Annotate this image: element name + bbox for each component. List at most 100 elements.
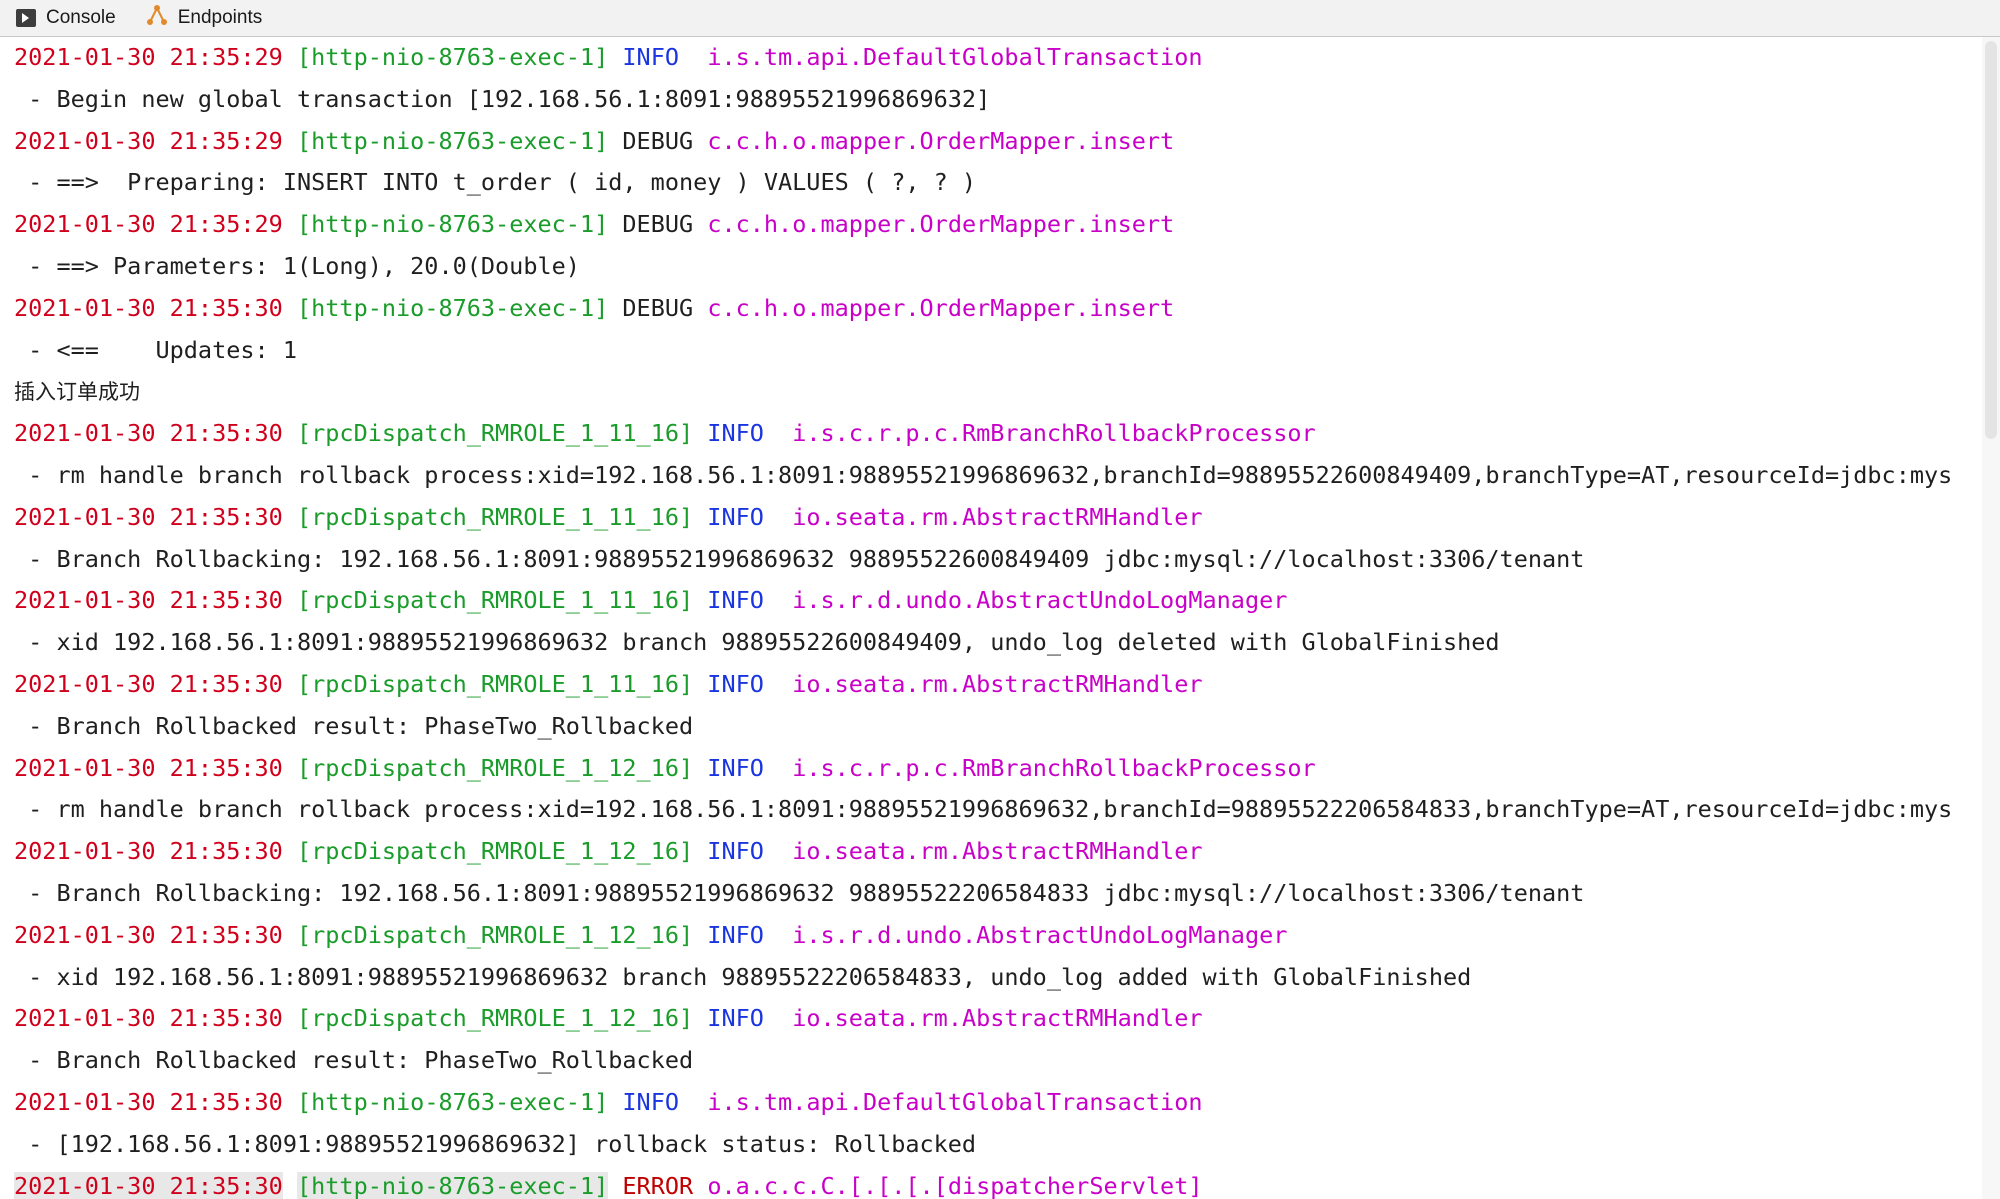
log-logger-name: io.seata.rm.AbstractRMHandler — [792, 837, 1203, 866]
log-header-line: 2021-01-30 21:35:30 [rpcDispatch_RMROLE_… — [0, 998, 1982, 1040]
log-header-line: 2021-01-30 21:35:30 [rpcDispatch_RMROLE_… — [0, 580, 1982, 622]
log-message: - rm handle branch rollback process:xid=… — [14, 460, 1953, 489]
log-thread: [rpcDispatch_RMROLE_1_11_16] — [296, 502, 694, 531]
log-logger-name: io.seata.rm.AbstractRMHandler — [792, 669, 1203, 698]
log-level: INFO — [707, 586, 779, 615]
log-header-line: 2021-01-30 21:35:30 [http-nio-8763-exec-… — [0, 1082, 1982, 1124]
log-message: - Branch Rollbacked result: PhaseTwo_Rol… — [14, 1046, 694, 1075]
log-timestamp: 2021-01-30 21:35:30 — [14, 586, 283, 615]
log-logger-name: o.a.c.c.C.[.[.[.[dispatcherServlet] — [707, 1171, 1203, 1199]
log-header-line: 2021-01-30 21:35:30 [rpcDispatch_RMROLE_… — [0, 664, 1982, 706]
log-message-line: 插入订单成功 — [0, 371, 1982, 413]
log-header-line: 2021-01-30 21:35:30 [rpcDispatch_RMROLE_… — [0, 497, 1982, 539]
log-timestamp: 2021-01-30 21:35:30 — [14, 1004, 283, 1033]
tab-console-label: Console — [46, 7, 116, 28]
log-header-line: 2021-01-30 21:35:30 [rpcDispatch_RMROLE_… — [0, 915, 1982, 957]
log-message: - Begin new global transaction [192.168.… — [14, 84, 991, 113]
log-logger-name: i.s.r.d.undo.AbstractUndoLogManager — [792, 586, 1288, 615]
tool-window-tabbar: Console Endpoints — [0, 0, 2000, 37]
log-level: INFO — [707, 837, 779, 866]
log-message: - <== Updates: 1 — [14, 335, 297, 364]
log-message-line: - xid 192.168.56.1:8091:9889552199686963… — [0, 957, 1982, 999]
log-timestamp: 2021-01-30 21:35:30 — [14, 1087, 283, 1116]
log-message: 插入订单成功 — [14, 380, 140, 405]
vertical-scrollbar[interactable] — [1982, 37, 2000, 1199]
log-message-line: - ==> Preparing: INSERT INTO t_order ( i… — [0, 162, 1982, 204]
log-message-line: - Branch Rollbacking: 192.168.56.1:8091:… — [0, 539, 1982, 581]
scrollbar-thumb[interactable] — [1985, 41, 1997, 439]
endpoints-icon — [146, 4, 168, 32]
log-logger-name: c.c.h.o.mapper.OrderMapper.insert — [707, 210, 1175, 239]
log-message-line: - Branch Rollbacked result: PhaseTwo_Rol… — [0, 706, 1982, 748]
log-message: - ==> Preparing: INSERT INTO t_order ( i… — [14, 168, 977, 197]
log-message: - Branch Rollbacking: 192.168.56.1:8091:… — [14, 878, 1585, 907]
log-level: INFO — [707, 753, 779, 782]
log-thread: [http-nio-8763-exec-1] — [296, 43, 609, 71]
log-message-line: - xid 192.168.56.1:8091:9889552199686963… — [0, 622, 1982, 664]
log-timestamp: 2021-01-30 21:35:30 — [14, 1171, 283, 1199]
log-logger-name: io.seata.rm.AbstractRMHandler — [792, 1004, 1203, 1033]
log-timestamp: 2021-01-30 21:35:29 — [14, 210, 283, 239]
log-timestamp: 2021-01-30 21:35:30 — [14, 502, 283, 531]
log-thread: [http-nio-8763-exec-1] — [296, 293, 609, 322]
log-thread: [http-nio-8763-exec-1] — [296, 1171, 609, 1199]
log-level: INFO — [622, 1087, 694, 1116]
log-thread: [http-nio-8763-exec-1] — [296, 1087, 609, 1116]
log-timestamp: 2021-01-30 21:35:30 — [14, 669, 283, 698]
log-header-line: 2021-01-30 21:35:29 [http-nio-8763-exec-… — [0, 204, 1982, 246]
log-message-line: - rm handle branch rollback process:xid=… — [0, 789, 1982, 831]
log-header-line: 2021-01-30 21:35:30 [rpcDispatch_RMROLE_… — [0, 748, 1982, 790]
log-timestamp: 2021-01-30 21:35:30 — [14, 753, 283, 782]
log-level: DEBUG — [622, 293, 694, 322]
console-output[interactable]: 2021-01-30 21:35:29 [http-nio-8763-exec-… — [0, 37, 1982, 1199]
log-level: DEBUG — [622, 126, 694, 155]
log-level: INFO — [622, 43, 694, 71]
log-header-line: 2021-01-30 21:35:30 [http-nio-8763-exec-… — [0, 1166, 1982, 1199]
log-message-line: - Begin new global transaction [192.168.… — [0, 79, 1982, 121]
log-timestamp: 2021-01-30 21:35:29 — [14, 43, 283, 71]
log-logger-name: i.s.tm.api.DefaultGlobalTransaction — [707, 1087, 1203, 1116]
tab-endpoints[interactable]: Endpoints — [130, 0, 277, 36]
log-level: INFO — [707, 1004, 779, 1033]
log-message: - Branch Rollbacking: 192.168.56.1:8091:… — [14, 544, 1585, 573]
log-thread: [http-nio-8763-exec-1] — [296, 126, 609, 155]
log-thread: [rpcDispatch_RMROLE_1_12_16] — [296, 1004, 694, 1033]
log-logger-name: i.s.tm.api.DefaultGlobalTransaction — [707, 43, 1203, 71]
log-thread: [rpcDispatch_RMROLE_1_11_16] — [296, 419, 694, 448]
log-thread: [rpcDispatch_RMROLE_1_12_16] — [296, 837, 694, 866]
log-timestamp: 2021-01-30 21:35:30 — [14, 293, 283, 322]
log-logger-name: i.s.c.r.p.c.RmBranchRollbackProcessor — [792, 419, 1316, 448]
log-logger-name: i.s.r.d.undo.AbstractUndoLogManager — [792, 920, 1288, 949]
log-message-line: - ==> Parameters: 1(Long), 20.0(Double) — [0, 246, 1982, 288]
log-logger-name: io.seata.rm.AbstractRMHandler — [792, 502, 1203, 531]
log-message: - xid 192.168.56.1:8091:9889552199686963… — [14, 962, 1472, 991]
log-header-line: 2021-01-30 21:35:30 [rpcDispatch_RMROLE_… — [0, 413, 1982, 455]
log-thread: [rpcDispatch_RMROLE_1_12_16] — [296, 753, 694, 782]
log-message: - Branch Rollbacked result: PhaseTwo_Rol… — [14, 711, 694, 740]
log-message-line: - [192.168.56.1:8091:98895521996869632] … — [0, 1124, 1982, 1166]
log-message: - ==> Parameters: 1(Long), 20.0(Double) — [14, 251, 580, 280]
tab-console[interactable]: Console — [0, 0, 130, 36]
log-logger-name: i.s.c.r.p.c.RmBranchRollbackProcessor — [792, 753, 1316, 782]
log-thread: [http-nio-8763-exec-1] — [296, 210, 609, 239]
log-thread: [rpcDispatch_RMROLE_1_12_16] — [296, 920, 694, 949]
log-logger-name: c.c.h.o.mapper.OrderMapper.insert — [707, 293, 1175, 322]
log-level: INFO — [707, 669, 779, 698]
log-level: INFO — [707, 920, 779, 949]
log-timestamp: 2021-01-30 21:35:30 — [14, 920, 283, 949]
log-logger-name: c.c.h.o.mapper.OrderMapper.insert — [707, 126, 1175, 155]
console-icon — [16, 9, 36, 27]
log-message-line: - Branch Rollbacking: 192.168.56.1:8091:… — [0, 873, 1982, 915]
log-message-line: - rm handle branch rollback process:xid=… — [0, 455, 1982, 497]
log-message-line: - <== Updates: 1 — [0, 330, 1982, 372]
log-level: INFO — [707, 502, 779, 531]
log-thread: [rpcDispatch_RMROLE_1_11_16] — [296, 669, 694, 698]
log-header-line: 2021-01-30 21:35:29 [http-nio-8763-exec-… — [0, 121, 1982, 163]
log-header-line: 2021-01-30 21:35:30 [http-nio-8763-exec-… — [0, 288, 1982, 330]
tab-endpoints-label: Endpoints — [177, 7, 263, 28]
log-timestamp: 2021-01-30 21:35:29 — [14, 126, 283, 155]
log-message: - rm handle branch rollback process:xid=… — [14, 795, 1953, 824]
log-level: ERROR — [622, 1171, 694, 1199]
log-header-line: 2021-01-30 21:35:29 [http-nio-8763-exec-… — [0, 37, 1982, 79]
log-message-line: - Branch Rollbacked result: PhaseTwo_Rol… — [0, 1040, 1982, 1082]
